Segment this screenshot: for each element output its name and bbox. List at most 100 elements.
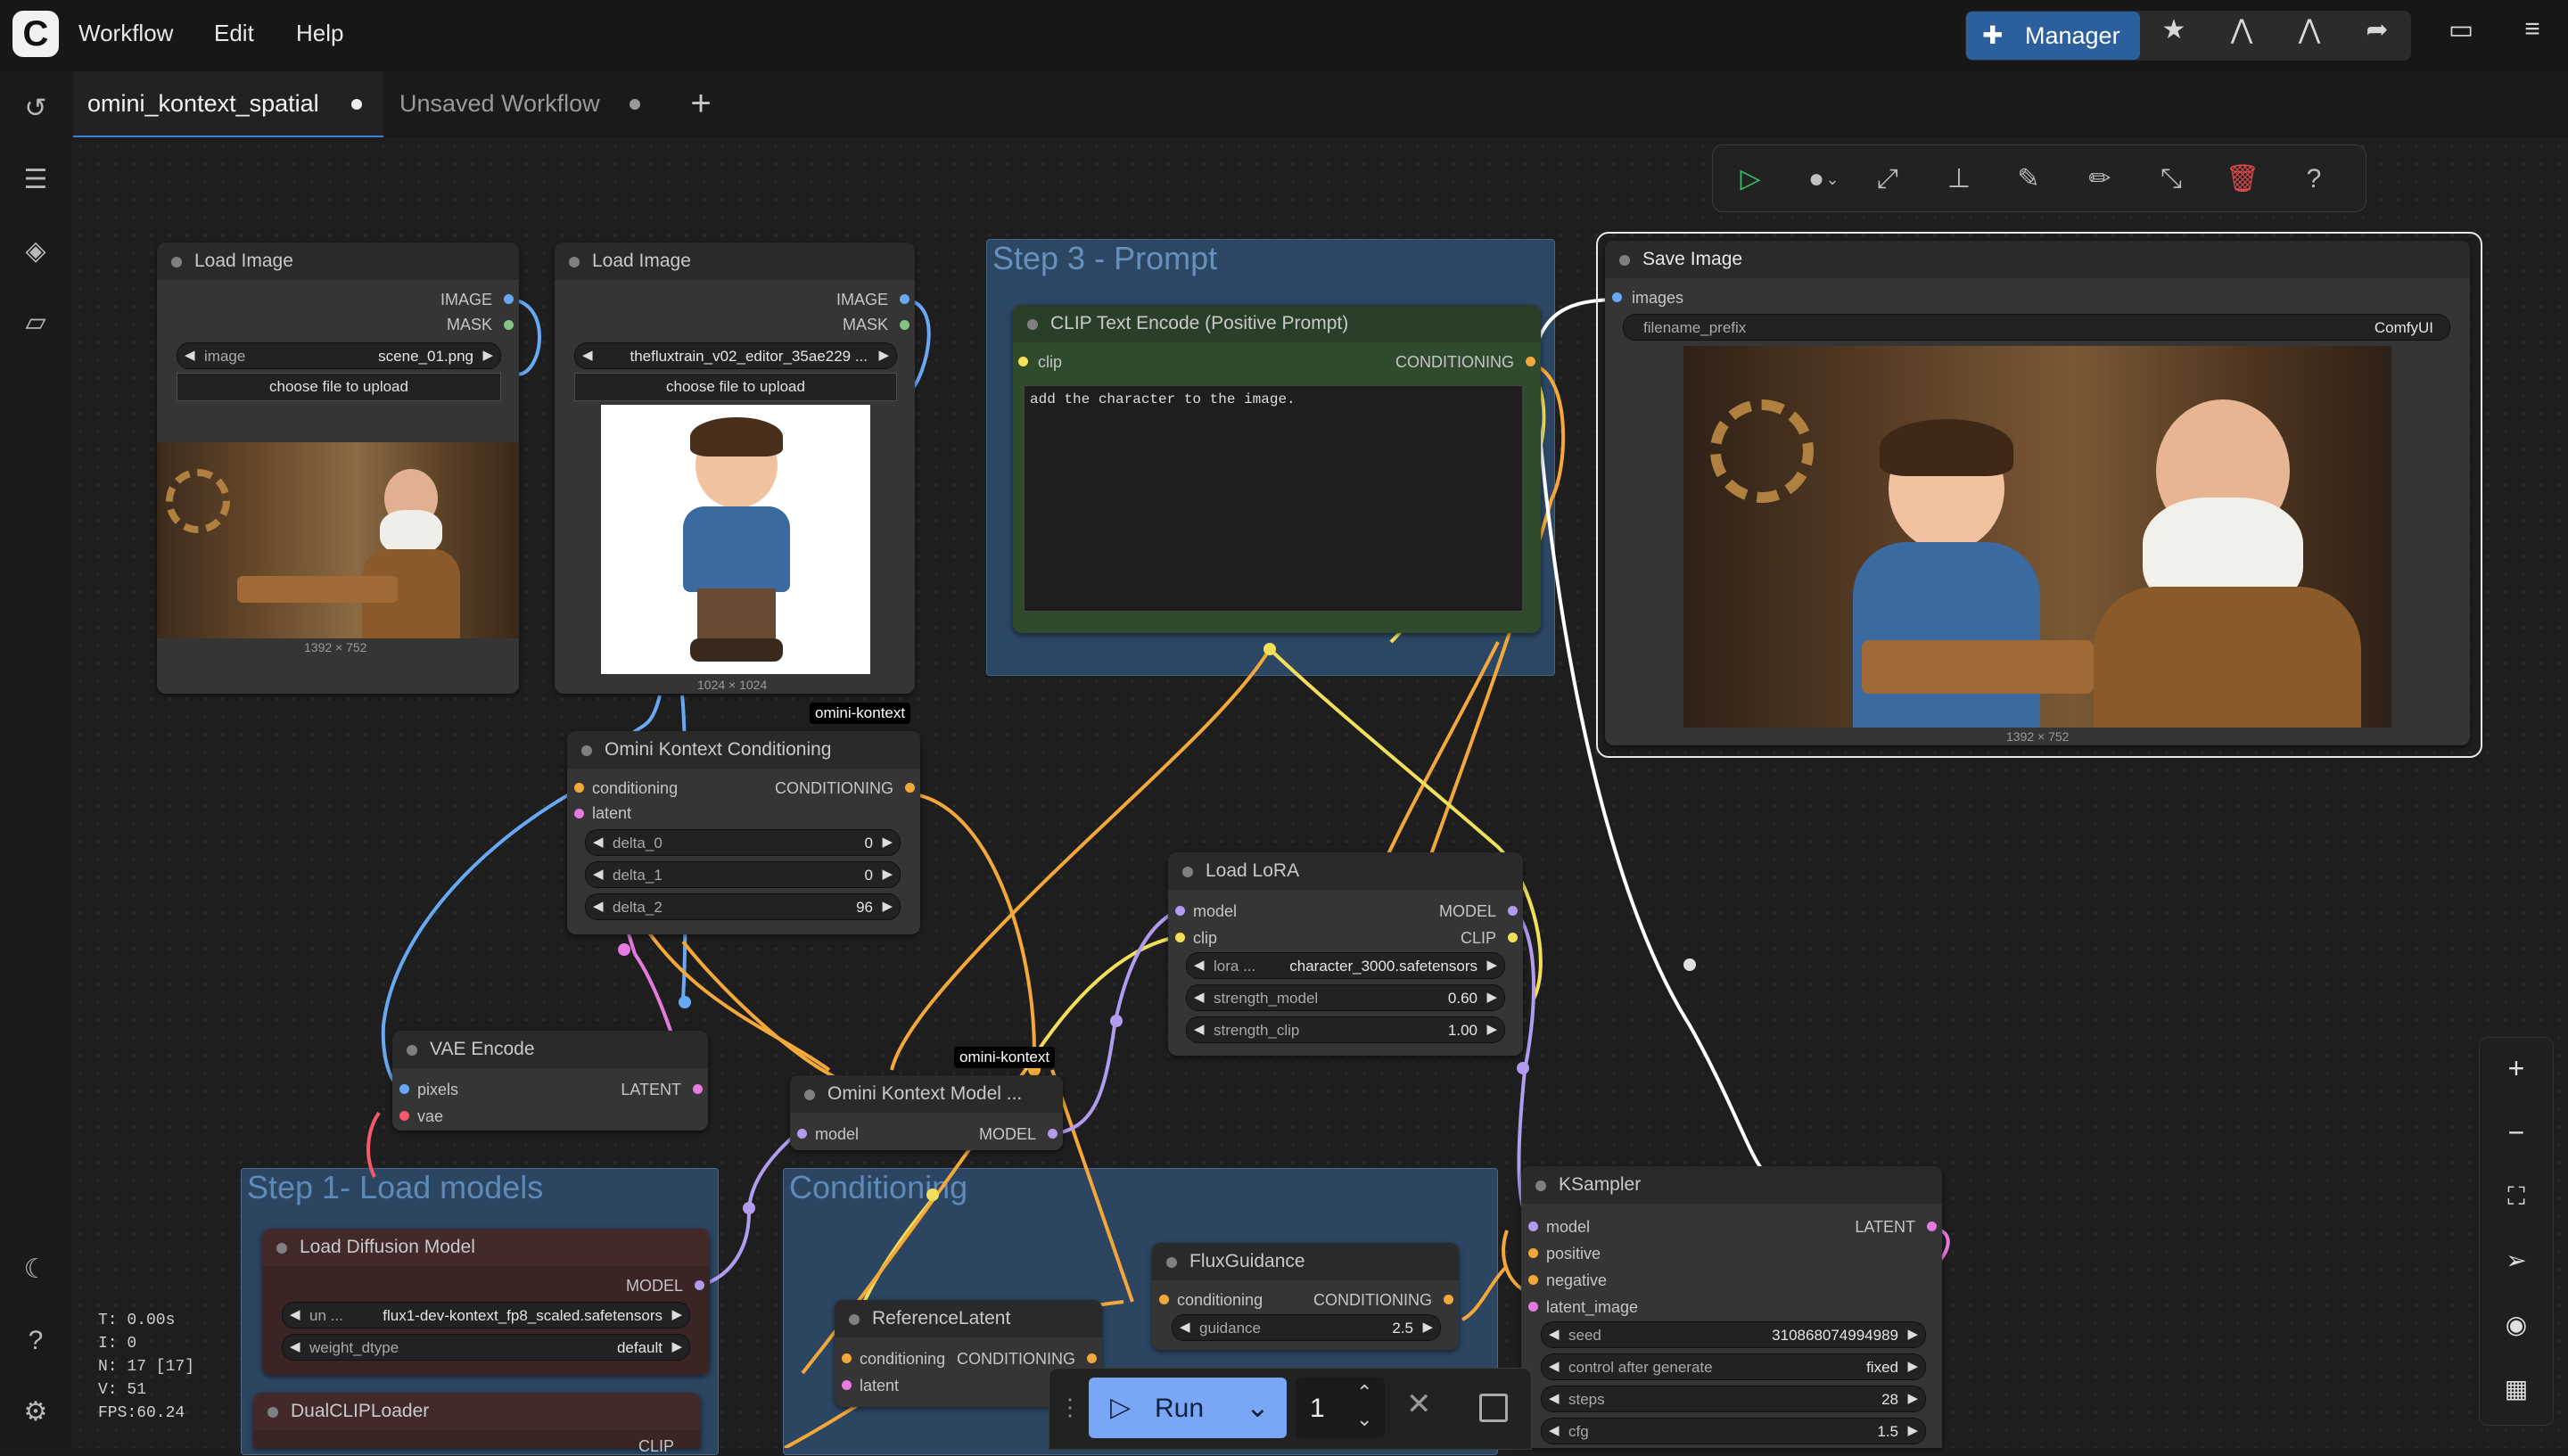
decrement-arrow-icon[interactable]: ◀ [1194, 1021, 1205, 1037]
pin-icon[interactable]: ⊥ [1941, 161, 1977, 197]
collapse-dot[interactable] [1619, 255, 1630, 266]
image-select[interactable]: ◀ thefluxtrain_v02_editor_35ae229 ... ▶ [574, 342, 897, 369]
decrement-arrow-icon[interactable]: ◀ [582, 347, 593, 363]
input-model-slot[interactable] [797, 1129, 807, 1139]
increment-arrow-icon[interactable]: ▶ [878, 347, 889, 363]
menu-edit[interactable]: Edit [214, 20, 254, 47]
collapse-dot[interactable] [569, 257, 580, 267]
collapse-dot[interactable] [1027, 319, 1038, 330]
control-after-generate-select[interactable]: ◀ control after generate fixed ▶ [1541, 1353, 1926, 1380]
increment-arrow-icon[interactable]: ▶ [1486, 989, 1497, 1005]
decrement-arrow-icon[interactable]: ◀ [593, 898, 604, 914]
eye-visibility-icon[interactable]: ◉ [2498, 1307, 2534, 1343]
collapse-dot[interactable] [849, 1314, 860, 1325]
input-model-slot[interactable] [1175, 906, 1185, 916]
input-conditioning-slot[interactable] [842, 1353, 852, 1363]
zoom-in-plus-icon[interactable]: + [2498, 1050, 2534, 1086]
node-load-diffusion-model[interactable]: Load Diffusion Model MODEL ◀ un ... flux1-… [262, 1229, 710, 1375]
input-conditioning-slot[interactable] [1159, 1295, 1169, 1304]
theme-moon-icon[interactable]: ☾ [16, 1250, 55, 1289]
node-library-cube-icon[interactable]: ◈ [16, 232, 55, 271]
collapse-dot[interactable] [171, 257, 182, 267]
minimap-icon[interactable]: ▦ [2498, 1371, 2534, 1407]
menu-help[interactable]: Help [296, 20, 343, 47]
collapse-dot[interactable] [1535, 1180, 1546, 1191]
run-play-icon[interactable]: ▷ [1733, 161, 1768, 197]
output-conditioning-slot[interactable] [1526, 357, 1535, 366]
decrement-arrow-icon[interactable]: ◀ [290, 1338, 300, 1354]
image-select[interactable]: ◀ image scene_01.png ▶ [177, 342, 501, 369]
strength-clip-field[interactable]: ◀ strength_clip 1.00 ▶ [1186, 1016, 1505, 1043]
input-latent-image-slot[interactable] [1528, 1302, 1538, 1312]
decrement-arrow-icon[interactable]: ◀ [1549, 1326, 1560, 1342]
bottom-panel-icon[interactable]: ▭ [2443, 14, 2479, 45]
increment-arrow-icon[interactable]: ▶ [882, 834, 893, 850]
tab-omini-kontext-spatial[interactable]: omini_kontext_spatial [73, 71, 383, 137]
increment-chevron-icon[interactable]: ⌃ [1356, 1381, 1372, 1404]
model-download-icon[interactable]: ⋀ [2224, 14, 2259, 45]
edit-box-icon[interactable]: ✎ [2011, 161, 2046, 197]
input-latent-slot[interactable] [574, 809, 584, 818]
cancel-x-icon[interactable]: ✕ [1406, 1386, 1432, 1422]
output-model-slot[interactable] [1508, 906, 1518, 916]
node-save-image[interactable]: Save Image images filename_prefix ComfyU… [1605, 241, 2470, 745]
navigate-pointer-icon[interactable]: ➢ [2498, 1243, 2534, 1279]
output-latent-slot[interactable] [693, 1084, 703, 1094]
decrement-arrow-icon[interactable]: ◀ [1194, 989, 1205, 1005]
input-vae-slot[interactable] [399, 1111, 409, 1121]
workflows-folder-icon[interactable]: ▱ [16, 303, 55, 342]
new-tab-plus-icon[interactable]: + [683, 71, 719, 136]
increment-arrow-icon[interactable]: ▶ [482, 347, 493, 363]
output-mask-slot[interactable] [900, 320, 910, 330]
delta-1-field[interactable]: ◀ delta_1 0 ▶ [585, 861, 901, 888]
node-omini-kontext-conditioning[interactable]: Omini Kontext Conditioning conditioning … [567, 731, 920, 934]
node-omini-kontext-model[interactable]: Omini Kontext Model ... model MODEL [790, 1075, 1063, 1150]
unsaved-dot-icon[interactable] [630, 99, 640, 110]
steps-field[interactable]: ◀ steps 28 ▶ [1541, 1386, 1926, 1412]
star-icon[interactable]: ★ [2156, 14, 2192, 45]
increment-arrow-icon[interactable]: ▶ [1486, 957, 1497, 973]
increment-arrow-icon[interactable]: ▶ [882, 866, 893, 882]
weight-dtype-select[interactable]: ◀ weight_dtype default ▶ [282, 1334, 690, 1361]
help-icon[interactable]: ? [2296, 161, 2332, 197]
history-icon[interactable]: ↺ [16, 89, 55, 128]
node-vae-encode[interactable]: VAE Encode pixels LATENT vae [392, 1031, 708, 1131]
decrement-arrow-icon[interactable]: ◀ [1549, 1358, 1560, 1374]
increment-arrow-icon[interactable]: ▶ [671, 1306, 682, 1322]
decrement-arrow-icon[interactable]: ◀ [290, 1306, 300, 1322]
collapse-dot[interactable] [1182, 867, 1193, 877]
hamburger-menu-icon[interactable]: ≡ [2514, 14, 2550, 45]
bypass-icon[interactable]: ⤢ [1870, 161, 1905, 197]
collapse-dot[interactable] [268, 1407, 278, 1418]
decrement-arrow-icon[interactable]: ◀ [593, 834, 604, 850]
help-circle-icon[interactable]: ? [16, 1321, 55, 1361]
output-model-slot[interactable] [1048, 1129, 1058, 1139]
manager-button[interactable]: ✚ Manager [1966, 12, 2140, 60]
upload-button[interactable]: choose file to upload [574, 373, 897, 401]
input-images-slot[interactable] [1612, 292, 1622, 302]
node-load-lora[interactable]: Load LoRA model MODEL clip CLIP ◀ lora ..… [1168, 852, 1523, 1056]
output-conditioning-slot[interactable] [905, 783, 915, 793]
unet-name-select[interactable]: ◀ un ... flux1-dev-kontext_fp8_scaled.safe… [282, 1302, 690, 1328]
queue-list-icon[interactable]: ☰ [16, 160, 55, 200]
strength-model-field[interactable]: ◀ strength_model 0.60 ▶ [1186, 984, 1505, 1011]
stop-square-icon[interactable] [1479, 1394, 1508, 1422]
output-image-slot[interactable] [900, 294, 910, 304]
cfg-field[interactable]: ◀ cfg 1.5 ▶ [1541, 1418, 1926, 1444]
trash-icon[interactable]: 🗑 [2225, 161, 2260, 197]
guidance-field[interactable]: ◀ guidance 2.5 ▶ [1172, 1314, 1441, 1341]
increment-arrow-icon[interactable]: ▶ [1486, 1021, 1497, 1037]
input-pixels-slot[interactable] [399, 1084, 409, 1094]
decrement-arrow-icon[interactable]: ◀ [1194, 957, 1205, 973]
comfy-logo-icon[interactable]: C [12, 11, 59, 57]
node-clip-text-encode[interactable]: CLIP Text Encode (Positive Prompt) clip … [1013, 305, 1541, 633]
increment-arrow-icon[interactable]: ▶ [882, 898, 893, 914]
filename-prefix-field[interactable]: filename_prefix ComfyUI [1623, 314, 2450, 341]
decrement-arrow-icon[interactable]: ◀ [1180, 1319, 1190, 1335]
node-dual-clip-loader[interactable]: DualCLIPLoader CLIP [253, 1393, 701, 1455]
chevron-down-icon[interactable]: ⌄ [1246, 1390, 1270, 1424]
run-button[interactable]: ▷ Run ⌄ [1089, 1378, 1287, 1438]
pencil-icon[interactable]: ✏ [2082, 161, 2118, 197]
increment-arrow-icon[interactable]: ▶ [671, 1338, 682, 1354]
share-icon[interactable]: ➦ [2359, 14, 2395, 45]
